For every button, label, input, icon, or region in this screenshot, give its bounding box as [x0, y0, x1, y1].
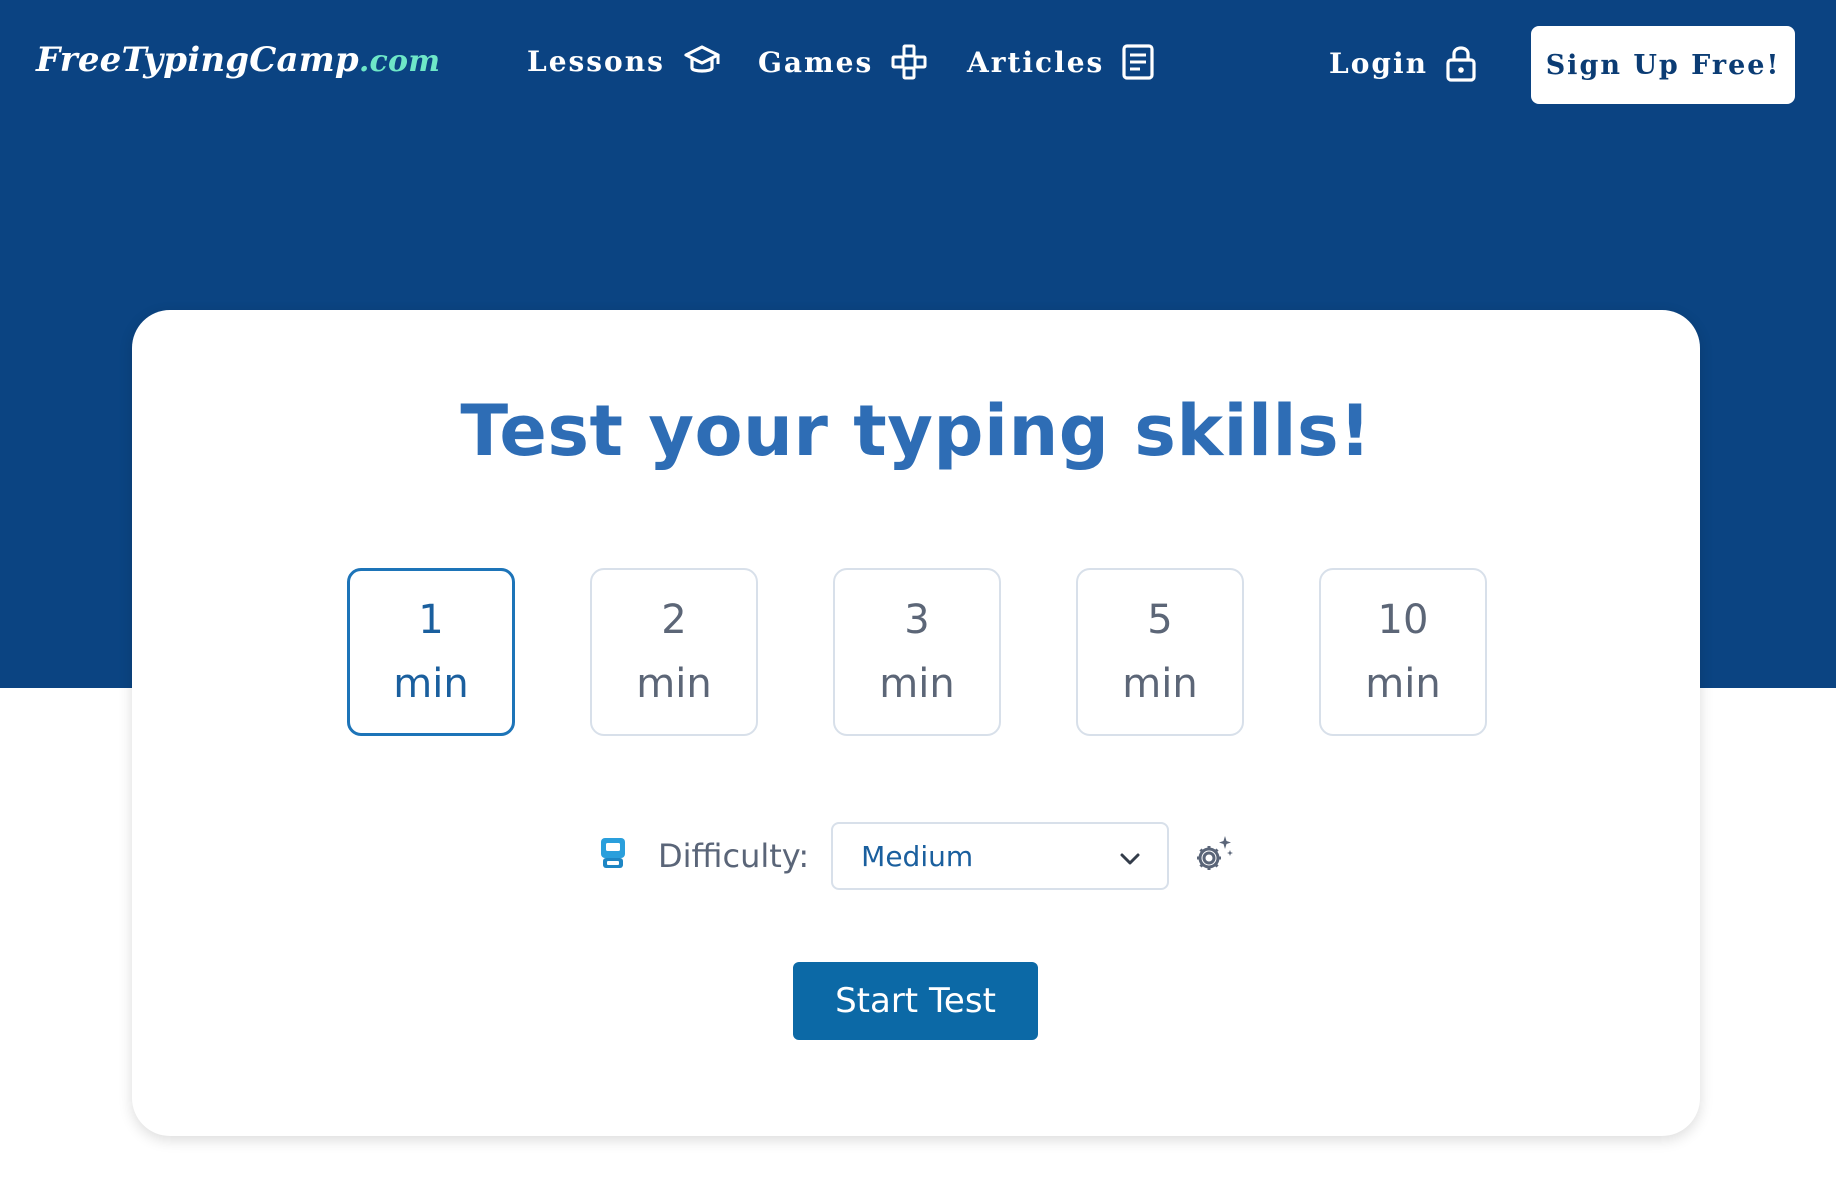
nav-games[interactable]: Games: [758, 44, 927, 80]
nav-login-label: Login: [1329, 46, 1428, 80]
logo-tld: .com: [358, 44, 441, 79]
difficulty-select[interactable]: Medium: [831, 822, 1170, 890]
duration-option-5[interactable]: 5 min: [1076, 568, 1244, 736]
duration-unit: min: [1122, 661, 1198, 707]
gamepad-icon: [891, 44, 927, 80]
logo-text: FreeTypingCamp: [36, 40, 359, 80]
duration-option-3[interactable]: 3 min: [833, 568, 1001, 736]
difficulty-label: Difficulty:: [658, 837, 810, 875]
duration-value: 1: [418, 597, 444, 643]
typing-test-card: Test your typing skills! 1 min 2 min 3 m…: [132, 310, 1700, 1136]
nav-lessons-label: Lessons: [527, 44, 665, 78]
duration-option-1[interactable]: 1 min: [347, 568, 515, 736]
duration-unit: min: [636, 661, 712, 707]
duration-value: 3: [904, 597, 930, 643]
top-navbar: FreeTypingCamp.com Lessons Games Article…: [0, 0, 1836, 130]
duration-option-10[interactable]: 10 min: [1319, 568, 1487, 736]
duration-unit: min: [879, 661, 955, 707]
duration-value: 10: [1377, 597, 1429, 643]
nav-login[interactable]: Login: [1329, 44, 1476, 82]
difficulty-row: Difficulty: Medium: [598, 822, 1234, 890]
site-logo[interactable]: FreeTypingCamp.com: [36, 40, 440, 80]
nav-articles-label: Articles: [967, 45, 1105, 79]
keyboard-key-icon: [598, 836, 628, 876]
nav-articles[interactable]: Articles: [967, 44, 1154, 80]
nav-lessons[interactable]: Lessons: [527, 44, 721, 78]
duration-unit: min: [1365, 661, 1441, 707]
start-test-button[interactable]: Start Test: [793, 962, 1038, 1040]
page-title: Test your typing skills!: [460, 390, 1372, 472]
duration-option-2[interactable]: 2 min: [590, 568, 758, 736]
document-icon: [1122, 44, 1154, 80]
page: FreeTypingCamp.com Lessons Games Article…: [0, 0, 1836, 1186]
graduation-cap-icon: [683, 44, 721, 78]
lock-icon: [1446, 44, 1476, 82]
duration-options: 1 min 2 min 3 min 5 min 10 min: [347, 568, 1487, 736]
gear-sparkle-icon[interactable]: [1193, 834, 1234, 878]
signup-button[interactable]: Sign Up Free!: [1531, 26, 1795, 104]
duration-unit: min: [393, 661, 469, 707]
chevron-down-icon: [1119, 840, 1141, 873]
duration-value: 5: [1147, 597, 1173, 643]
nav-games-label: Games: [758, 45, 874, 79]
duration-value: 2: [661, 597, 687, 643]
difficulty-selected-value: Medium: [861, 839, 974, 873]
